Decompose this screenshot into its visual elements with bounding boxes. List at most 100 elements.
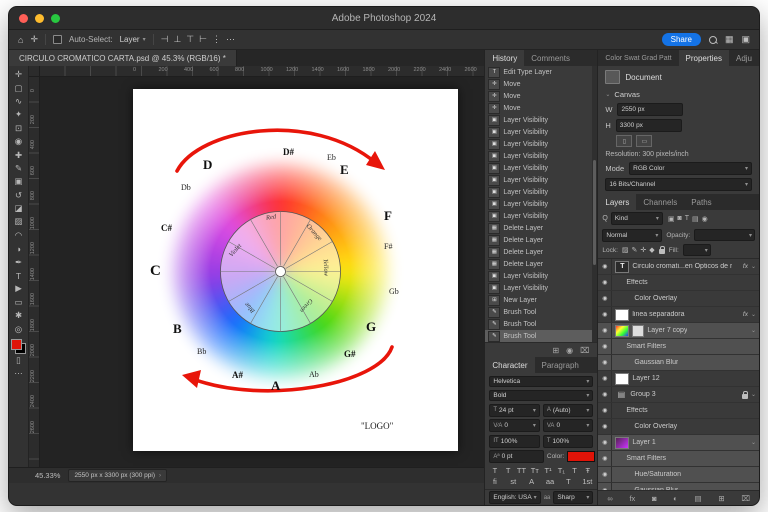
type-style-button[interactable]: Ŧ: [583, 466, 592, 475]
history-entry[interactable]: ✛ Move: [485, 78, 597, 90]
chevron-down-icon[interactable]: ⌄: [751, 263, 756, 270]
layer-visibility-icon[interactable]: ◉: [598, 355, 613, 370]
lock-option-icon[interactable]: ✎: [632, 246, 638, 254]
layer-row[interactable]: ◉ Layer 1 ⌄: [598, 435, 759, 451]
type-style-button[interactable]: T: [490, 466, 499, 475]
orientation-icon[interactable]: ▭: [636, 135, 653, 147]
auto-select-checkbox[interactable]: [52, 35, 62, 44]
home-icon[interactable]: ⌂: [18, 35, 23, 45]
pen-tool-icon[interactable]: ✒: [11, 255, 27, 268]
leading-field[interactable]: A (Auto) ▾: [542, 403, 594, 417]
adjustment-layer-icon[interactable]: ◐: [673, 494, 678, 503]
layer-visibility-icon[interactable]: ◉: [598, 435, 613, 450]
crop-tool-icon[interactable]: ⊡: [11, 122, 27, 135]
filter-type-icon[interactable]: ◙: [677, 215, 681, 223]
layer-row[interactable]: ◉ Smart Filters: [598, 339, 759, 355]
search-icon[interactable]: [708, 35, 717, 44]
layer-row[interactable]: ◉ Color Overlay: [598, 291, 759, 307]
blend-mode-select[interactable]: Normal ▾: [602, 228, 663, 242]
layer-row[interactable]: ◉ Smart Filters: [598, 451, 759, 467]
layer-mask-icon[interactable]: ◙: [652, 494, 657, 503]
zoom-button[interactable]: [51, 13, 60, 23]
layer-row[interactable]: ◉ Gaussian Blur: [598, 355, 759, 371]
tab-comments[interactable]: Comments: [524, 50, 577, 66]
history-entry[interactable]: ✛ Move: [485, 102, 597, 114]
tab-paragraph[interactable]: Paragraph: [535, 357, 586, 373]
filter-type-icon[interactable]: ◉: [702, 215, 708, 223]
quick-select-tool-icon[interactable]: ✦: [11, 108, 27, 121]
zoom-level[interactable]: 45.33%: [35, 471, 60, 480]
eyedropper-tool-icon[interactable]: ◉: [11, 135, 27, 148]
color-swatches[interactable]: [11, 338, 26, 354]
layer-visibility-icon[interactable]: ◉: [598, 483, 613, 490]
document-tab[interactable]: CIRCULO CROMATICO CARTA.psd @ 45.3% (RGB…: [9, 50, 237, 66]
horizontal-scale-field[interactable]: T 100%: [542, 434, 594, 448]
history-entry[interactable]: ▣ Layer Visibility: [485, 162, 597, 174]
vertical-scale-field[interactable]: IT 100%: [489, 434, 540, 448]
eraser-tool-icon[interactable]: ◪: [11, 202, 27, 215]
font-family-select[interactable]: Helvetica ▾: [489, 376, 594, 388]
history-entry[interactable]: ⊞ New Layer: [485, 294, 597, 306]
shape-tool-icon[interactable]: ▭: [11, 296, 27, 309]
history-entry[interactable]: ▦ Delete Layer: [485, 246, 597, 258]
color-mode-select[interactable]: RGB Color ▾: [629, 161, 752, 175]
foreground-color-swatch[interactable]: [11, 338, 22, 350]
align-icon[interactable]: ⋮: [212, 34, 221, 45]
history-entry[interactable]: ▣ Layer Visibility: [485, 198, 597, 210]
history-brush-tool-icon[interactable]: ↺: [11, 189, 27, 202]
align-icon[interactable]: ⊢: [199, 34, 207, 45]
new-snapshot-icon[interactable]: ◉: [566, 346, 573, 355]
filter-kind-select[interactable]: Kind ▾: [610, 212, 663, 225]
layer-effects-icon[interactable]: fx: [629, 494, 635, 503]
blur-tool-icon[interactable]: ◠: [11, 229, 27, 242]
layer-visibility-icon[interactable]: ◉: [598, 323, 613, 338]
move-tool-icon[interactable]: ✛: [11, 68, 27, 81]
fill-field[interactable]: ▾: [682, 244, 711, 256]
toolbar-extra-icon[interactable]: ⋯: [11, 367, 27, 380]
type-style-button[interactable]: Tᴛ: [530, 466, 539, 475]
history-entry[interactable]: ✎ Brush Tool: [485, 318, 597, 330]
opentype-feature-button[interactable]: st: [509, 477, 518, 486]
move-tool-icon[interactable]: ✛: [30, 34, 38, 45]
orientation-icon[interactable]: ▯: [616, 135, 633, 147]
chevron-down-icon[interactable]: ⌄: [751, 311, 756, 318]
chevron-down-icon[interactable]: ⌄: [751, 439, 756, 446]
filter-type-icon[interactable]: ▤: [692, 215, 699, 223]
layer-visibility-icon[interactable]: ◉: [598, 307, 613, 322]
tab-paths[interactable]: Paths: [684, 194, 718, 210]
filter-type-icon[interactable]: T: [685, 215, 689, 223]
opentype-feature-button[interactable]: aa: [546, 477, 555, 486]
lock-option-icon[interactable]: ◆: [649, 246, 654, 254]
layer-row[interactable]: ◉ linea separadora fx ⌄: [598, 307, 759, 323]
new-group-icon[interactable]: ▤: [695, 494, 702, 503]
toolbar-extra-icon[interactable]: ▯: [11, 354, 27, 367]
delete-layer-icon[interactable]: ⌧: [741, 494, 750, 503]
chevron-down-icon[interactable]: ⌄: [751, 327, 756, 334]
layer-visibility-icon[interactable]: ◉: [598, 275, 613, 290]
bit-depth-select[interactable]: 16 Bits/Channel ▾: [605, 177, 752, 191]
path-select-tool-icon[interactable]: ▶: [11, 282, 27, 295]
layer-row[interactable]: ◉ Layer 7 copy ⌄: [598, 323, 759, 339]
type-style-button[interactable]: T: [504, 466, 513, 475]
align-icon[interactable]: ⊤: [186, 34, 194, 45]
tab-layers[interactable]: Layers: [598, 194, 637, 210]
tab-channels[interactable]: Channels: [636, 194, 684, 210]
layer-visibility-icon[interactable]: ◉: [598, 451, 613, 466]
layer-visibility-icon[interactable]: ◉: [598, 339, 613, 354]
history-entry[interactable]: ✎ Brush Tool: [485, 306, 597, 318]
antialias-select[interactable]: Sharp ▾: [553, 491, 594, 504]
layer-visibility-icon[interactable]: ◉: [598, 467, 613, 482]
scrollbar[interactable]: [592, 66, 598, 342]
opentype-feature-button[interactable]: T: [564, 477, 573, 486]
align-icon[interactable]: ⋯: [226, 34, 235, 45]
language-select[interactable]: English: USA ▾: [489, 491, 541, 504]
close-button[interactable]: [19, 13, 28, 23]
tabs-color-swatches-gradients-patterns[interactable]: Color Swat Grad Patt: [598, 50, 678, 66]
auto-select-dropdown[interactable]: Layer ▾: [120, 35, 146, 44]
history-entry[interactable]: ✛ Move: [485, 90, 597, 102]
layer-visibility-icon[interactable]: ◉: [598, 419, 613, 434]
layer-row[interactable]: ◉ Effects: [598, 403, 759, 419]
share-button[interactable]: Share: [661, 33, 701, 46]
history-entry[interactable]: T Edit Type Layer: [485, 66, 597, 78]
lock-option-icon[interactable]: ▨: [622, 246, 629, 254]
